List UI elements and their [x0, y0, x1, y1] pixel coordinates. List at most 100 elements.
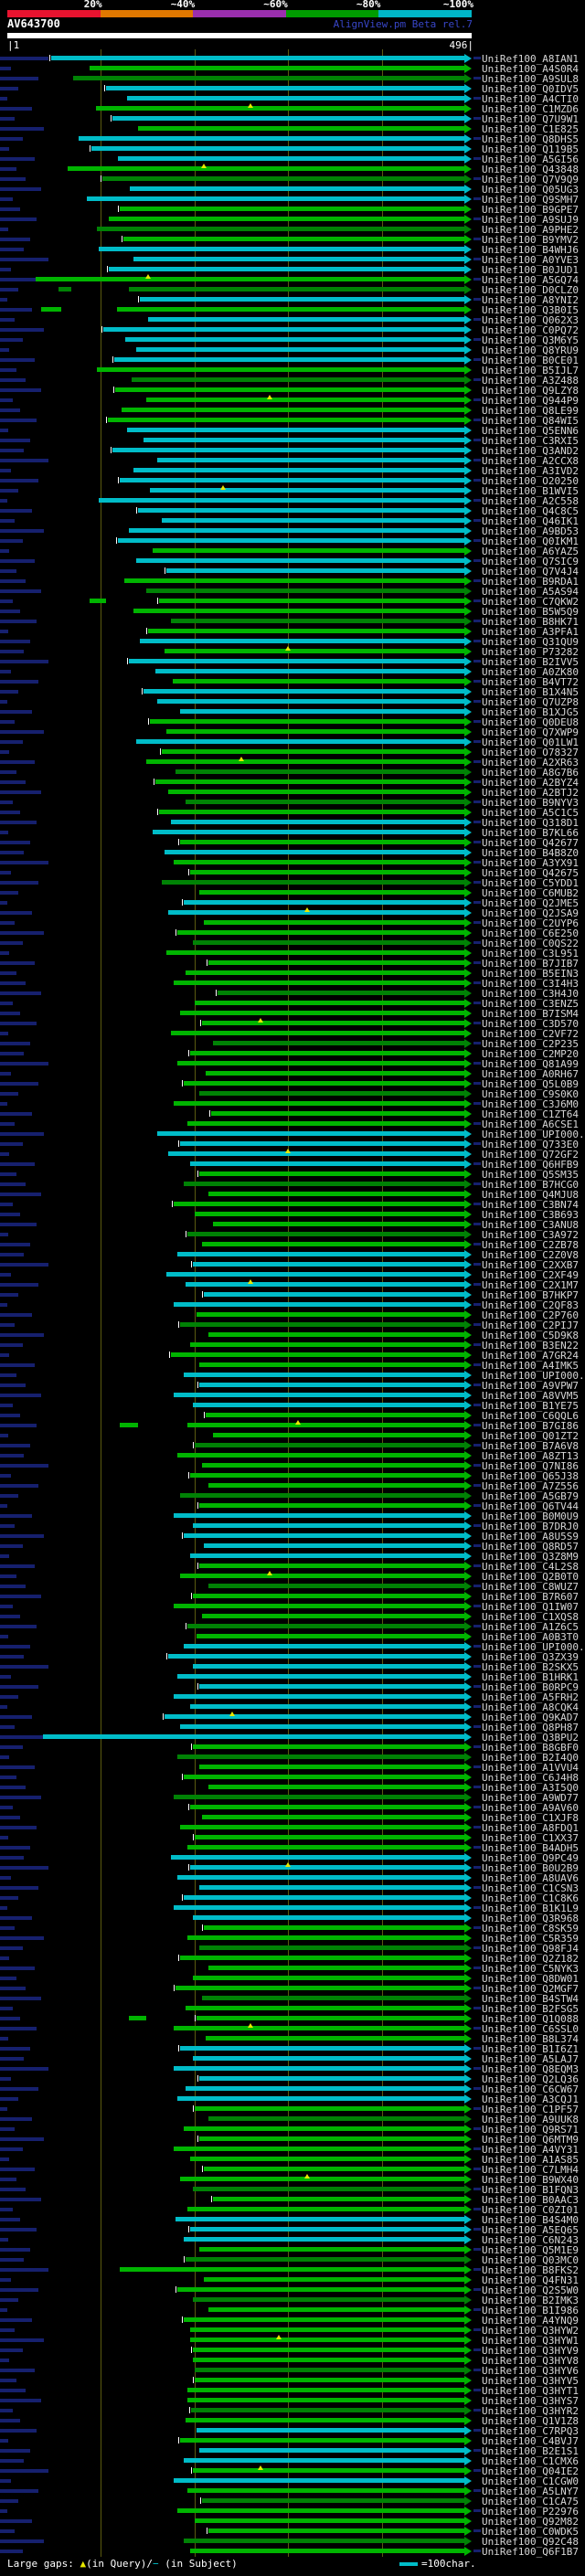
alignment-bar[interactable]	[176, 1986, 464, 1990]
alignment-bar[interactable]	[183, 1644, 464, 1648]
alignment-bar[interactable]	[180, 1011, 464, 1015]
alignment-bar[interactable]	[143, 438, 464, 442]
alignment-bar[interactable]	[194, 2368, 464, 2372]
alignment-bar[interactable]	[198, 1171, 464, 1176]
alignment-bar[interactable]	[192, 1403, 464, 1407]
alignment-bar[interactable]	[192, 1594, 464, 1598]
alignment-bar[interactable]	[171, 1352, 464, 1357]
alignment-bar[interactable]	[174, 1905, 464, 1910]
alignment-bar[interactable]	[180, 1493, 464, 1498]
alignment-bar[interactable]	[67, 166, 464, 171]
alignment-bar[interactable]	[186, 2388, 464, 2392]
alignment-bar[interactable]	[87, 196, 464, 201]
alignment-bar[interactable]	[198, 1503, 464, 1508]
alignment-bar[interactable]	[168, 1654, 464, 1659]
alignment-bar[interactable]	[161, 749, 464, 754]
alignment-bar[interactable]	[174, 2147, 464, 2151]
alignment-bar[interactable]	[158, 599, 464, 603]
alignment-bar[interactable]	[108, 267, 464, 271]
alignment-bar[interactable]	[213, 1041, 464, 1045]
alignment-bar[interactable]	[168, 790, 464, 794]
alignment-bar[interactable]	[180, 840, 464, 844]
alignment-bar[interactable]	[189, 2327, 464, 2332]
alignment-bar[interactable]	[180, 2438, 464, 2443]
alignment-bar[interactable]	[165, 1714, 464, 1719]
alignment-bar[interactable]	[189, 1051, 464, 1055]
alignment-bar[interactable]	[198, 1885, 464, 1890]
alignment-bar[interactable]	[174, 1393, 464, 1397]
alignment-bar[interactable]	[174, 2066, 464, 2071]
alignment-bar[interactable]	[194, 2518, 464, 2523]
alignment-bar[interactable]	[183, 1373, 464, 1377]
alignment-bar[interactable]	[192, 940, 464, 945]
alignment-bar[interactable]	[174, 1302, 464, 1307]
alignment-bar[interactable]	[198, 2076, 464, 2081]
alignment-bar[interactable]	[177, 1252, 464, 1256]
alignment-bar[interactable]	[177, 930, 464, 935]
alignment-bar[interactable]	[202, 1614, 464, 1618]
alignment-bar[interactable]	[103, 327, 464, 332]
alignment-bar[interactable]	[194, 1001, 464, 1005]
alignment-bar[interactable]	[35, 277, 464, 281]
alignment-bar[interactable]	[202, 1815, 464, 1819]
alignment-bar[interactable]	[140, 639, 464, 643]
alignment-bar[interactable]	[183, 2458, 464, 2463]
alignment-bar[interactable]	[154, 669, 464, 673]
alignment-bar[interactable]	[116, 307, 464, 312]
alignment-bar[interactable]	[183, 2539, 464, 2543]
alignment-bar[interactable]	[192, 1262, 464, 1267]
alignment-bar[interactable]	[198, 1383, 464, 1387]
alignment-bar[interactable]	[125, 337, 464, 342]
alignment-bar[interactable]	[204, 2167, 464, 2171]
alignment-bar[interactable]	[177, 1754, 464, 1759]
alignment-bar[interactable]	[213, 1433, 464, 1437]
alignment-bar[interactable]	[198, 2136, 464, 2141]
alignment-bar[interactable]	[99, 247, 464, 251]
alignment-bar[interactable]	[183, 1775, 464, 1779]
alignment-bar[interactable]	[165, 850, 464, 854]
alignment-bar[interactable]	[192, 1523, 464, 1528]
alignment-bar[interactable]	[189, 1342, 464, 1347]
alignment-bar[interactable]	[198, 1564, 464, 1568]
alignment-bar[interactable]	[192, 2468, 464, 2473]
alignment-bar[interactable]	[208, 1966, 464, 1970]
alignment-bar[interactable]	[161, 518, 464, 523]
alignment-bar[interactable]	[130, 186, 464, 191]
alignment-bar[interactable]	[189, 1161, 464, 1166]
alignment-bar[interactable]	[185, 2006, 464, 2010]
alignment-bar[interactable]	[117, 156, 464, 161]
alignment-bar[interactable]	[202, 1242, 464, 1246]
alignment-bar[interactable]	[166, 568, 464, 573]
alignment-bar[interactable]	[198, 2448, 464, 2453]
alignment-bar[interactable]	[176, 769, 464, 774]
alignment-bar[interactable]	[42, 1734, 464, 1739]
alignment-bar[interactable]	[189, 1865, 464, 1870]
alignment-bar[interactable]	[183, 2317, 464, 2322]
alignment-bar[interactable]	[186, 1423, 464, 1427]
alignment-bar[interactable]	[196, 1634, 464, 1638]
alignment-bar[interactable]	[198, 1765, 464, 1769]
alignment-bar[interactable]	[204, 2277, 464, 2282]
alignment-bar[interactable]	[186, 2488, 464, 2493]
alignment-fragment[interactable]	[58, 287, 71, 292]
alignment-bar[interactable]	[186, 1845, 464, 1850]
alignment-bar[interactable]	[204, 1292, 464, 1297]
alignment-bar[interactable]	[192, 2358, 464, 2362]
alignment-bar[interactable]	[202, 1021, 464, 1025]
alignment-bar[interactable]	[171, 820, 464, 824]
alignment-bar[interactable]	[165, 649, 464, 653]
alignment-bar[interactable]	[113, 357, 464, 362]
alignment-bar[interactable]	[177, 1061, 464, 1065]
alignment-bar[interactable]	[177, 1453, 464, 1458]
alignment-bar[interactable]	[91, 146, 464, 151]
alignment-bar[interactable]	[189, 1805, 464, 1809]
alignment-fragment[interactable]	[119, 1423, 139, 1427]
alignment-bar[interactable]	[174, 2478, 464, 2483]
alignment-bar[interactable]	[171, 1031, 464, 1035]
alignment-bar[interactable]	[192, 1976, 464, 1980]
alignment-bar[interactable]	[174, 1513, 464, 1518]
alignment-bar[interactable]	[180, 709, 464, 714]
alignment-bar[interactable]	[192, 2056, 464, 2061]
alignment-bar[interactable]	[177, 2287, 464, 2292]
alignment-bar[interactable]	[208, 1483, 464, 1488]
